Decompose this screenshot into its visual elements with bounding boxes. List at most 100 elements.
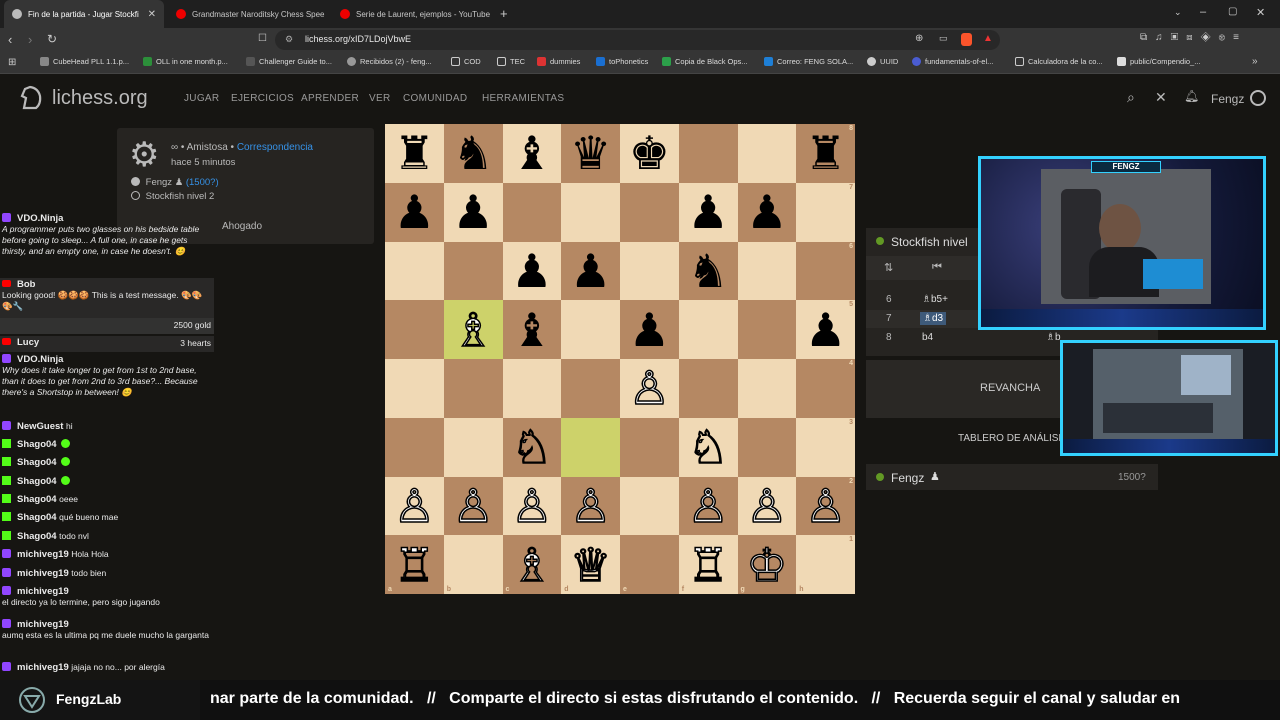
square-f5[interactable] xyxy=(678,300,738,359)
chess-piece[interactable]: ♟ xyxy=(629,307,670,353)
square-a5[interactable] xyxy=(385,300,444,359)
square-h2[interactable]: ♙ 2 xyxy=(796,476,855,536)
square-e3[interactable] xyxy=(620,417,679,477)
back-icon[interactable]: ‹ xyxy=(8,32,12,47)
opponent-name[interactable]: Stockfish nivel xyxy=(891,235,968,249)
chess-piece[interactable]: ♜ xyxy=(805,130,846,176)
chess-piece[interactable]: ♜ xyxy=(394,130,435,176)
user-menu[interactable]: Fengz xyxy=(1211,92,1244,106)
nav-play[interactable]: JUGAR xyxy=(184,93,219,104)
chess-piece[interactable]: ♗ xyxy=(452,306,495,354)
close-window-button[interactable]: ✕ xyxy=(1256,6,1265,19)
square-b1[interactable]: b xyxy=(443,535,503,594)
square-c1[interactable]: ♗ c xyxy=(502,535,562,594)
square-h7[interactable]: 7 xyxy=(796,182,855,242)
square-h8[interactable]: ♜ 8 xyxy=(796,124,855,183)
nav-learn[interactable]: APRENDER xyxy=(301,93,359,104)
more-bookmarks-icon[interactable]: » xyxy=(1252,56,1258,67)
square-c2[interactable]: ♙ xyxy=(502,476,562,536)
chess-piece[interactable]: ♟ xyxy=(688,189,729,235)
square-c3[interactable]: ♘ xyxy=(502,417,562,477)
square-e5[interactable]: ♟ xyxy=(620,300,679,359)
challenge-icon[interactable]: ✕ xyxy=(1155,89,1167,106)
player-white-row[interactable]: Fengz ♟ (1500?) xyxy=(131,177,219,188)
move[interactable]: ♗b xyxy=(1046,332,1061,343)
user-avatar-icon[interactable] xyxy=(1250,90,1266,106)
square-e1[interactable]: e xyxy=(620,535,679,594)
chess-piece[interactable]: ♟ xyxy=(746,189,787,235)
bookmark-item[interactable]: UUID xyxy=(867,57,898,66)
square-e4[interactable]: ♙ xyxy=(620,359,679,418)
new-tab-button[interactable]: + xyxy=(500,6,508,21)
bookmark-icon[interactable]: ☐ xyxy=(258,33,267,44)
my-name[interactable]: Fengz xyxy=(891,471,924,485)
nav-community[interactable]: COMUNIDAD xyxy=(403,93,467,104)
square-d4[interactable] xyxy=(561,359,620,418)
chess-piece[interactable]: ♟ xyxy=(805,307,846,353)
square-d5[interactable] xyxy=(561,300,620,359)
square-h5[interactable]: ♟ 5 xyxy=(796,300,855,359)
bookmark-folder[interactable]: COD xyxy=(451,57,481,66)
chess-piece[interactable]: ♚ xyxy=(629,130,670,176)
chess-piece[interactable]: ♖ xyxy=(393,541,436,589)
bookmark-item[interactable]: public/Compendio_... xyxy=(1117,57,1200,66)
chess-piece[interactable]: ♟ xyxy=(453,189,494,235)
player-black-row[interactable]: Stockfish nivel 2 xyxy=(131,191,214,202)
bookmark-item[interactable]: dummies xyxy=(537,57,580,66)
square-c8[interactable]: ♝ xyxy=(502,124,562,183)
apps-icon[interactable]: ⊞ xyxy=(8,57,16,68)
chess-piece[interactable]: ♙ xyxy=(452,482,495,530)
square-f8[interactable] xyxy=(678,124,738,183)
square-f4[interactable] xyxy=(678,359,738,418)
square-d7[interactable] xyxy=(561,182,620,242)
chess-piece[interactable]: ♔ xyxy=(745,541,788,589)
first-move-icon[interactable]: ⏮ xyxy=(932,261,942,274)
chess-piece[interactable]: ♙ xyxy=(510,482,553,530)
square-g5[interactable] xyxy=(737,300,797,359)
bookmark-item[interactable]: Recibidos (2) - feng... xyxy=(347,57,432,66)
square-b8[interactable]: ♞ xyxy=(443,124,503,183)
nav-tools[interactable]: HERRAMIENTAS xyxy=(482,93,564,104)
square-g8[interactable] xyxy=(737,124,797,183)
bookmark-item[interactable]: Challenger Guide to... xyxy=(246,57,332,66)
flip-board-icon[interactable]: ⇅ xyxy=(884,261,893,274)
chess-piece[interactable]: ♞ xyxy=(688,248,729,294)
notifications-bell-icon[interactable]: 🔔︎ xyxy=(1184,89,1199,103)
chess-piece[interactable]: ♝ xyxy=(511,307,552,353)
square-g7[interactable]: ♟ xyxy=(737,182,797,242)
square-g4[interactable] xyxy=(737,359,797,418)
chess-piece[interactable]: ♟ xyxy=(511,248,552,294)
correspondence-link[interactable]: Correspondencia xyxy=(237,142,313,153)
square-h1[interactable]: 1h xyxy=(796,535,855,594)
bookmark-item[interactable]: OLL in one month.p... xyxy=(143,57,228,66)
square-a6[interactable] xyxy=(385,241,444,301)
tab-youtube-1[interactable]: Grandmaster Naroditsky Chess Spee xyxy=(168,0,328,28)
reload-icon[interactable]: ↻ xyxy=(47,32,57,46)
square-f7[interactable]: ♟ xyxy=(678,182,738,242)
square-a4[interactable] xyxy=(385,359,444,418)
bookmark-item[interactable]: CubeHead PLL 1.1.p... xyxy=(40,57,129,66)
square-b4[interactable] xyxy=(443,359,503,418)
maximize-button[interactable]: ▢ xyxy=(1228,6,1237,17)
chess-piece[interactable]: ♝ xyxy=(511,130,552,176)
cast-icon[interactable]: ▭ xyxy=(939,33,948,44)
square-f6[interactable]: ♞ xyxy=(678,241,738,301)
brave-shield-icon[interactable] xyxy=(961,33,972,46)
chess-piece[interactable]: ♗ xyxy=(510,541,553,589)
square-b7[interactable]: ♟ xyxy=(443,182,503,242)
square-a3[interactable] xyxy=(385,417,444,477)
chess-piece[interactable]: ♙ xyxy=(745,482,788,530)
tab-close-icon[interactable]: ✕ xyxy=(148,9,156,20)
chess-piece[interactable]: ♙ xyxy=(569,482,612,530)
brave-rewards-icon[interactable]: ▲ xyxy=(983,33,993,44)
move-current[interactable]: ♗d3 xyxy=(920,312,947,325)
square-c6[interactable]: ♟ xyxy=(502,241,562,301)
square-d8[interactable]: ♛ xyxy=(561,124,620,183)
nav-puzzles[interactable]: EJERCICIOS xyxy=(231,93,294,104)
square-g2[interactable]: ♙ xyxy=(737,476,797,536)
chess-piece[interactable]: ♙ xyxy=(628,365,671,413)
chess-piece[interactable]: ♛ xyxy=(570,130,611,176)
search-icon[interactable]: ⌕ xyxy=(1127,89,1135,106)
square-h6[interactable]: 6 xyxy=(796,241,855,301)
square-e6[interactable] xyxy=(620,241,679,301)
